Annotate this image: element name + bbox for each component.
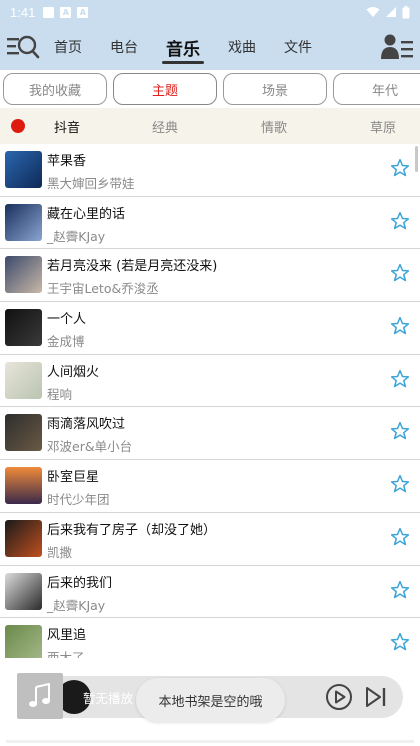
list-scrollbar[interactable]: [415, 146, 418, 172]
favorite-star-icon[interactable]: [390, 369, 410, 389]
song-title: 若月亮没来 (若是月亮还没来): [47, 259, 218, 275]
song-title: 后来的我们: [47, 575, 113, 591]
favorite-star-icon[interactable]: [390, 421, 410, 441]
album-cover: [5, 309, 42, 347]
favorite-star-icon[interactable]: [390, 263, 410, 283]
album-cover: [5, 361, 42, 399]
favorite-star-icon[interactable]: [390, 474, 410, 494]
song-artist: _赵霽KJay: [47, 597, 106, 613]
album-cover: [5, 256, 42, 294]
app-notification-icon-2: A: [77, 6, 89, 18]
music-note-icon: [29, 683, 50, 707]
song-title: 藏在心里的话: [47, 206, 126, 222]
song-row[interactable]: 雨滴落风吹过 邓波er&单小台: [0, 407, 420, 461]
album-cover: [5, 519, 42, 557]
album-cover: [5, 625, 42, 658]
chip-theme[interactable]: 主题: [113, 73, 217, 105]
song-title: 风里追: [47, 628, 87, 644]
nav-tabs: 首页 电台 音乐 戏曲 文件: [54, 24, 340, 70]
subtab-love-songs[interactable]: 情歌: [261, 108, 287, 144]
favorite-star-icon[interactable]: [390, 158, 410, 178]
subtab-douyin[interactable]: 抖音: [54, 108, 80, 144]
home-indicator: [0, 736, 420, 746]
nav-tab-radio[interactable]: 电台: [110, 24, 138, 70]
home-indicator-line: [6, 740, 414, 743]
album-cover: [5, 572, 42, 610]
album-cover: [5, 151, 42, 188]
notification-icon: [43, 6, 55, 18]
wifi-icon: [366, 7, 380, 17]
song-artist: 黑大婶回乡带娃: [47, 176, 135, 191]
album-cover: [5, 414, 42, 452]
nav-tab-home[interactable]: 首页: [54, 24, 82, 70]
song-artist: 时代少年团: [47, 492, 110, 508]
player-artwork: [17, 673, 63, 719]
song-row[interactable]: 后来我有了房子（却没了她） 凯撒: [0, 513, 420, 566]
song-title: 一个人: [47, 312, 87, 328]
song-title: 苹果香: [47, 154, 87, 169]
next-track-icon[interactable]: [363, 684, 389, 710]
song-row[interactable]: 风里追 西大了: [0, 618, 420, 658]
app-notification-icon: A: [60, 6, 72, 18]
chip-scene[interactable]: 场景: [223, 73, 327, 105]
play-icon[interactable]: [325, 683, 353, 711]
status-bar: 1:41 A A: [0, 0, 420, 24]
song-title: 后来我有了房子（却没了她）: [47, 522, 217, 538]
song-row[interactable]: 若月亮没来 (若是月亮还没来) 王宇宙Leto&乔浚丞: [0, 249, 420, 303]
nav-tab-files[interactable]: 文件: [284, 24, 312, 70]
user-profile-icon[interactable]: [380, 32, 414, 62]
menu-search-icon[interactable]: [6, 32, 40, 62]
song-row[interactable]: 人间烟火 程响: [0, 355, 420, 408]
favorite-star-icon[interactable]: [390, 211, 410, 231]
subtab-classic[interactable]: 经典: [152, 108, 178, 144]
toast-message: 本地书架是空的哦: [136, 678, 285, 722]
song-artist: 邓波er&单小台: [47, 439, 133, 455]
chip-era[interactable]: 年代: [333, 73, 420, 105]
favorite-star-icon[interactable]: [390, 527, 410, 547]
active-indicator-dot: [11, 119, 25, 133]
subtab-grassland[interactable]: 草原: [370, 108, 396, 144]
battery-icon: [402, 5, 410, 18]
song-row[interactable]: 后来的我们 _赵霽KJay: [0, 566, 420, 619]
nav-tab-opera[interactable]: 戏曲: [228, 24, 256, 70]
song-row[interactable]: 藏在心里的话 _赵霽KJay: [0, 197, 420, 250]
favorite-star-icon[interactable]: [390, 316, 410, 336]
category-chips: 我的收藏 主题 场景 年代: [0, 70, 420, 108]
song-artist: 金成博: [47, 334, 85, 350]
song-row[interactable]: 一个人 金成博: [0, 302, 420, 355]
song-row[interactable]: 苹果香 黑大婶回乡带娃: [0, 144, 420, 197]
song-artist: 凯撒: [47, 544, 73, 560]
song-title: 雨滴落风吹过: [47, 417, 126, 433]
song-list: 苹果香 黑大婶回乡带娃 藏在心里的话 _赵霽KJay 若月亮没来 (若是月亮还没…: [0, 144, 420, 658]
song-artist: _赵霽KJay: [47, 228, 106, 244]
song-row[interactable]: 卧室巨星 时代少年团: [0, 460, 420, 513]
player-status: 暂无播放: [83, 691, 134, 706]
song-title: 人间烟火: [47, 364, 100, 380]
favorite-star-icon[interactable]: [390, 632, 410, 652]
song-artist: 西大了: [47, 650, 85, 658]
sub-tabs: 抖音 经典 情歌 草原: [0, 108, 420, 144]
song-artist: 王宇宙Leto&乔浚丞: [47, 281, 159, 297]
favorite-star-icon[interactable]: [390, 580, 410, 600]
song-title: 卧室巨星: [47, 470, 100, 486]
chip-favorites[interactable]: 我的收藏: [3, 73, 107, 105]
album-cover: [5, 467, 42, 505]
nav-tab-music[interactable]: 音乐: [162, 24, 204, 70]
status-time: 1:41: [10, 4, 36, 20]
album-cover: [5, 203, 42, 241]
signal-icon: [386, 7, 396, 17]
song-artist: 程响: [47, 386, 73, 402]
top-nav-bar: 首页 电台 音乐 戏曲 文件: [0, 24, 420, 70]
